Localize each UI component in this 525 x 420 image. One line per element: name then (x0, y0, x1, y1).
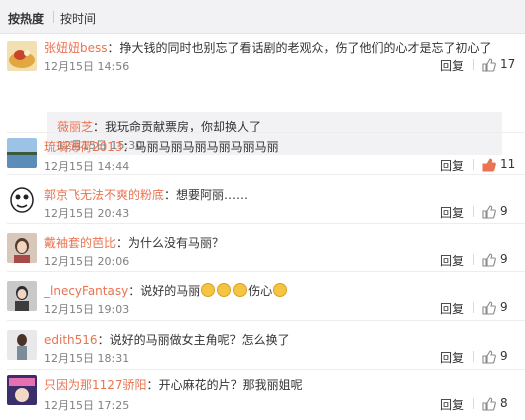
comment-time: 12月15日 14:56 (44, 60, 130, 73)
crying-emoji-icon (217, 283, 232, 297)
like-button[interactable]: 11 (482, 157, 522, 173)
thumbs-up-icon (482, 58, 496, 72)
thumbs-up-icon (482, 397, 496, 411)
action-separator (473, 59, 474, 70)
like-count: 11 (500, 157, 516, 171)
comment-username[interactable]: 张妞妞bess (44, 41, 108, 55)
comment-username[interactable]: 只因为那1127骄阳 (44, 378, 147, 392)
thumbs-up-icon (482, 253, 496, 267)
avatar-image (7, 138, 37, 168)
comment-content: 开心麻花的片？那我丽姐呢 (158, 378, 303, 392)
action-separator (473, 398, 474, 409)
avatar[interactable] (7, 41, 37, 71)
like-count: 8 (500, 396, 508, 410)
like-count: 9 (500, 300, 508, 314)
thumbs-up-icon-active (482, 158, 496, 172)
comment-text-line: 只因为那1127骄阳：开心麻花的片？那我丽姐呢 (44, 378, 303, 392)
thumbs-up-icon (482, 205, 496, 219)
comment-text-line: 戴袖套的芭比：为什么没有马丽？ (44, 236, 225, 250)
comment-time: 12月15日 20:43 (44, 207, 130, 220)
comment-content: 想要阿丽…… (176, 188, 249, 202)
comment-username[interactable]: 戴袖套的芭比 (44, 236, 116, 250)
sort-separator (53, 11, 54, 23)
reply-button[interactable]: 回复 (440, 57, 464, 74)
sort-bar: 按热度 按时间 (0, 0, 525, 34)
avatar-image (7, 330, 37, 360)
sort-by-hot-tab[interactable]: 按热度 (8, 10, 44, 27)
avatar[interactable] (7, 375, 37, 405)
comment-text-line: 琉璃薄荷2013：马丽马丽马丽马丽马丽马丽 (44, 140, 279, 154)
avatar[interactable] (7, 281, 37, 311)
avatar-image (7, 375, 37, 405)
action-separator (473, 302, 474, 313)
crying-emoji-icon (273, 283, 288, 297)
avatar[interactable] (7, 184, 37, 214)
comment-text-line: _lnecyFantasy：说好的马丽 伤心 (44, 282, 288, 299)
comment-content: 挣大钱的同时也别忘了看话剧的老观众，伤了他们的心才是忘了初心了 (119, 41, 492, 55)
reply-button[interactable]: 回复 (440, 396, 464, 413)
action-separator (473, 351, 474, 362)
comment-time: 12月15日 19:03 (44, 303, 130, 316)
comment-time: 12月15日 17:25 (44, 399, 130, 412)
avatar-image (7, 41, 37, 71)
comment-item: 郭京飞无法不爽的粉底：想要阿丽…… 12月15日 20:43 回复 9 (0, 174, 525, 224)
comment-text-line: edith516：说好的马丽做女主角呢？怎么换了 (44, 333, 290, 347)
like-count: 9 (500, 204, 508, 218)
comment-time: 12月15日 20:06 (44, 255, 130, 268)
comment-text-line: 张妞妞bess：挣大钱的同时也别忘了看话剧的老观众，伤了他们的心才是忘了初心了 (44, 41, 492, 55)
comment-content-after: 伤心 (248, 284, 273, 298)
comment-text-line: 郭京飞无法不爽的粉底：想要阿丽…… (44, 188, 249, 202)
reply-button[interactable]: 回复 (440, 300, 464, 317)
thumbs-up-icon (482, 301, 496, 315)
like-button[interactable]: 8 (482, 396, 522, 412)
like-button[interactable]: 9 (482, 300, 522, 316)
avatar[interactable] (7, 330, 37, 360)
avatar-image (7, 184, 37, 214)
comment-item: 戴袖套的芭比：为什么没有马丽？ 12月15日 20:06 回复 9 (0, 223, 525, 272)
comment-item: _lnecyFantasy：说好的马丽 伤心 12月15日 19:03 回复 9 (0, 271, 525, 321)
comment-time: 12月15日 14:44 (44, 160, 130, 173)
comment-divider (7, 132, 525, 133)
thumbs-up-icon (482, 350, 496, 364)
comment-username[interactable]: edith516 (44, 333, 98, 347)
action-separator (473, 159, 474, 170)
like-button[interactable]: 9 (482, 252, 522, 268)
action-separator (473, 254, 474, 265)
reply-button[interactable]: 回复 (440, 157, 464, 174)
crying-emoji-icon (233, 283, 248, 297)
comment-item: 只因为那1127骄阳：开心麻花的片？那我丽姐呢 12月15日 17:25 回复 … (0, 369, 525, 420)
avatar-image (7, 281, 37, 311)
comment-content: 为什么没有马丽？ (128, 236, 225, 250)
comment-username[interactable]: _lnecyFantasy (44, 284, 128, 298)
like-count: 9 (500, 252, 508, 266)
comment-content: 马丽马丽马丽马丽马丽马丽 (134, 140, 279, 154)
like-count: 9 (500, 349, 508, 363)
comment-content: 说好的马丽做女主角呢？怎么换了 (109, 333, 290, 347)
avatar-image (7, 233, 37, 263)
avatar[interactable] (7, 138, 37, 168)
comment-username[interactable]: 琉璃薄荷2013 (44, 140, 123, 154)
action-separator (473, 206, 474, 217)
reply-button[interactable]: 回复 (440, 252, 464, 269)
like-count: 17 (500, 57, 516, 71)
comment-item: edith516：说好的马丽做女主角呢？怎么换了 12月15日 18:31 回复… (0, 320, 525, 370)
comment-time: 12月15日 18:31 (44, 352, 130, 365)
comment-content-before: 说好的马丽 (140, 284, 201, 298)
like-button[interactable]: 9 (482, 204, 522, 220)
comment-username[interactable]: 郭京飞无法不爽的粉底 (44, 188, 164, 202)
reply-button[interactable]: 回复 (440, 349, 464, 366)
like-button[interactable]: 17 (482, 57, 522, 73)
avatar[interactable] (7, 233, 37, 263)
comment-item: 琉璃薄荷2013：马丽马丽马丽马丽马丽马丽 12月15日 14:44 回复 11 (0, 134, 525, 175)
reply-button[interactable]: 回复 (440, 204, 464, 221)
sort-by-time-tab[interactable]: 按时间 (60, 10, 96, 27)
crying-emoji-icon (201, 283, 216, 297)
like-button[interactable]: 9 (482, 349, 522, 365)
